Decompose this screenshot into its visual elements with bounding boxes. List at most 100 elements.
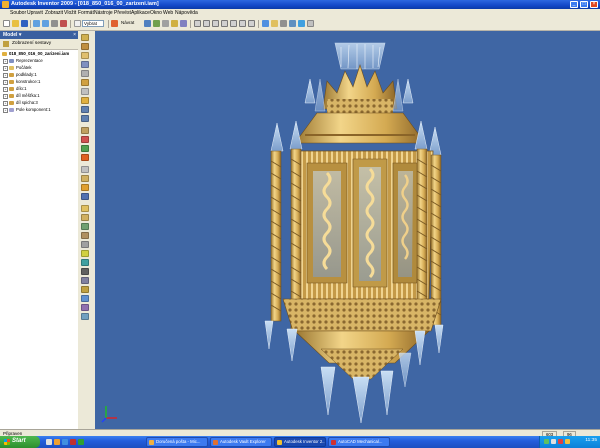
menu-okno[interactable]: Okno: [150, 10, 162, 16]
menu-vlozit[interactable]: Vložit: [64, 10, 76, 16]
extrude-icon[interactable]: [81, 205, 89, 212]
lantern-3d-model[interactable]: [95, 31, 600, 429]
language-tray-icon[interactable]: [565, 439, 570, 444]
taskbar-vault[interactable]: Autodesk Vault Explorer: [210, 437, 272, 447]
expand-icon[interactable]: +: [3, 59, 8, 64]
save-icon[interactable]: [21, 20, 28, 27]
revolve-icon[interactable]: [81, 214, 89, 221]
display-settings-icon[interactable]: [307, 20, 314, 27]
place-from-content-icon[interactable]: [81, 52, 89, 59]
expand-icon[interactable]: +: [3, 108, 8, 113]
shaft-icon[interactable]: [81, 295, 89, 302]
sweep-icon[interactable]: [81, 250, 89, 257]
start-button[interactable]: Start: [0, 436, 40, 448]
taskbar-outlook[interactable]: Doručená pošta - Mic...: [146, 437, 208, 447]
zoom-icon[interactable]: [212, 20, 219, 27]
tree-item-podklady[interactable]: + podklady:1: [0, 72, 78, 78]
chamfer-icon[interactable]: [81, 241, 89, 248]
tree-item-spicha[interactable]: + díl spicha:3: [0, 100, 78, 106]
color-override-icon[interactable]: [298, 20, 305, 27]
gear-icon[interactable]: [81, 304, 89, 311]
expand-icon[interactable]: +: [3, 101, 8, 106]
ucs-icon[interactable]: [81, 193, 89, 200]
replace-component-icon[interactable]: [81, 127, 89, 134]
app2-quicklaunch-icon[interactable]: [78, 439, 84, 445]
taskbar-autocad[interactable]: AutoCAD Mechanical...: [328, 437, 390, 447]
parameters-icon[interactable]: [171, 20, 178, 27]
look-at-icon[interactable]: [248, 20, 255, 27]
assembly-view-button[interactable]: Zobrazení sestavy: [12, 41, 51, 46]
menu-web[interactable]: Web: [163, 10, 173, 16]
menu-nastroje[interactable]: Nástroje: [94, 10, 113, 16]
work-axis-icon[interactable]: [81, 175, 89, 182]
open-folder-icon[interactable]: [12, 20, 19, 27]
styles-icon[interactable]: [180, 20, 187, 27]
constraint-icon[interactable]: [81, 88, 89, 95]
expand-icon[interactable]: +: [3, 87, 8, 92]
menu-prevest[interactable]: Převést: [114, 10, 131, 16]
browser-close-icon[interactable]: ×: [73, 32, 76, 38]
view-cube-icon[interactable]: [262, 20, 269, 27]
tree-item-reprezentace[interactable]: + Reprezentace: [0, 58, 78, 64]
copy-components-icon[interactable]: [81, 79, 89, 86]
close-button[interactable]: ×: [590, 1, 598, 8]
work-point-icon[interactable]: [81, 184, 89, 191]
design-accelerator-icon[interactable]: [81, 286, 89, 293]
network-tray-icon[interactable]: [544, 439, 549, 444]
demote-icon[interactable]: [81, 154, 89, 161]
tree-root[interactable]: 018_850_016_00_zarizeni.iam: [0, 51, 78, 57]
bill-of-materials-icon[interactable]: [81, 145, 89, 152]
move-component-icon[interactable]: [81, 106, 89, 113]
ie-quicklaunch-icon[interactable]: [62, 439, 68, 445]
bearing-icon[interactable]: [81, 313, 89, 320]
expand-icon[interactable]: +: [3, 73, 8, 78]
tree-item-konstrukce[interactable]: + konstrukce:1: [0, 79, 78, 85]
maximize-button[interactable]: □: [580, 1, 588, 8]
volume-tray-icon[interactable]: [551, 439, 556, 444]
work-plane-icon[interactable]: [81, 166, 89, 173]
measure-icon[interactable]: [153, 20, 160, 27]
desktop-quicklaunch-icon[interactable]: [46, 439, 52, 445]
outlook-quicklaunch-icon[interactable]: [54, 439, 60, 445]
pattern-component-icon[interactable]: [81, 61, 89, 68]
weld-icon[interactable]: [81, 259, 89, 266]
shadow-icon[interactable]: [280, 20, 287, 27]
menu-format[interactable]: Formát: [78, 10, 94, 16]
antivirus-tray-icon[interactable]: [558, 439, 563, 444]
return-button[interactable]: Návrat: [120, 20, 142, 27]
zoom-selected-icon[interactable]: [230, 20, 237, 27]
menu-upravit[interactable]: Upravit: [27, 10, 43, 16]
undo-icon[interactable]: [33, 20, 40, 27]
place-component-icon[interactable]: [81, 34, 89, 41]
pan-icon[interactable]: [221, 20, 228, 27]
expand-icon[interactable]: +: [3, 94, 8, 99]
shaded-display-icon[interactable]: [271, 20, 278, 27]
graphics-viewport[interactable]: [95, 31, 600, 429]
expand-icon[interactable]: +: [3, 80, 8, 85]
menu-soubor[interactable]: Soubor: [10, 10, 26, 16]
camera-icon[interactable]: [289, 20, 296, 27]
section-view-icon[interactable]: [81, 136, 89, 143]
tree-item-pocatek[interactable]: + Počátek: [0, 65, 78, 71]
sketch-icon[interactable]: [144, 20, 151, 27]
bolted-connection-icon[interactable]: [81, 268, 89, 275]
zoom-window-icon[interactable]: [203, 20, 210, 27]
menu-zobrazit[interactable]: Zobrazit: [45, 10, 63, 16]
frame-generator-icon[interactable]: [81, 277, 89, 284]
inventor-app-icon[interactable]: [2, 1, 9, 8]
minimize-button[interactable]: _: [570, 1, 578, 8]
app-quicklaunch-icon[interactable]: [70, 439, 76, 445]
tree-item-meska[interactable]: + díl měšťka:1: [0, 93, 78, 99]
expand-icon[interactable]: +: [3, 66, 8, 71]
rotate-icon[interactable]: [239, 20, 246, 27]
browser-title[interactable]: Model ▾: [3, 32, 21, 38]
assemble-icon[interactable]: [81, 97, 89, 104]
menu-napoveda[interactable]: Nápověda: [175, 10, 198, 16]
taskbar-inventor[interactable]: Autodesk Inventor 2...: [274, 437, 326, 447]
tree-item-dilo[interactable]: + dílo:1: [0, 86, 78, 92]
zoom-all-icon[interactable]: [194, 20, 201, 27]
tools-icon[interactable]: [162, 20, 169, 27]
redo-icon[interactable]: [42, 20, 49, 27]
return-icon[interactable]: [111, 20, 118, 27]
print-icon[interactable]: [51, 20, 58, 27]
